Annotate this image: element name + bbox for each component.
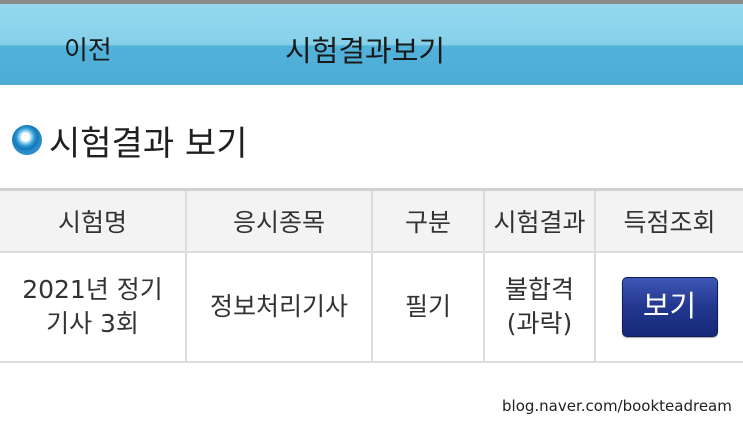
table-header-row: 시험명 응시종목 구분 시험결과 득점조회 — [0, 188, 743, 253]
category-cell: 필기 — [371, 250, 485, 363]
exam-name-line2: 기사 3회 — [46, 308, 139, 338]
section-title: 시험결과 보기 — [49, 123, 248, 164]
exam-name-cell: 2021년 정기 기사 3회 — [0, 250, 187, 363]
exam-name-line1: 2021년 정기 — [22, 274, 163, 304]
back-button[interactable]: 이전 — [64, 30, 112, 67]
column-header-result: 시험결과 — [483, 188, 596, 253]
column-header-subject: 응시종목 — [185, 188, 373, 253]
score-lookup-cell: 보기 — [594, 250, 743, 363]
column-header-exam-name: 시험명 — [0, 188, 187, 253]
column-header-category: 구분 — [371, 188, 485, 253]
bullet-circle-icon — [12, 125, 42, 155]
column-header-score-lookup: 득점조회 — [594, 188, 743, 253]
view-score-button[interactable]: 보기 — [621, 276, 718, 337]
app-header: 이전 시험결과보기 — [0, 4, 743, 85]
table-row: 2021년 정기 기사 3회 정보처리기사 필기 불합격 (과락) 보기 — [0, 250, 743, 363]
subject-cell: 정보처리기사 — [185, 250, 373, 363]
page-title: 시험결과보기 — [285, 34, 446, 68]
result-line2: (과락) — [506, 308, 573, 338]
result-cell: 불합격 (과락) — [483, 250, 596, 363]
exam-result-table: 시험명 응시종목 구분 시험결과 득점조회 2021년 정기 기사 3회 정보처… — [0, 188, 743, 363]
section-heading: 시험결과 보기 — [12, 118, 248, 164]
result-line1: 불합격 — [504, 274, 574, 304]
footer-credit: blog.naver.com/bookteadream — [502, 397, 732, 415]
